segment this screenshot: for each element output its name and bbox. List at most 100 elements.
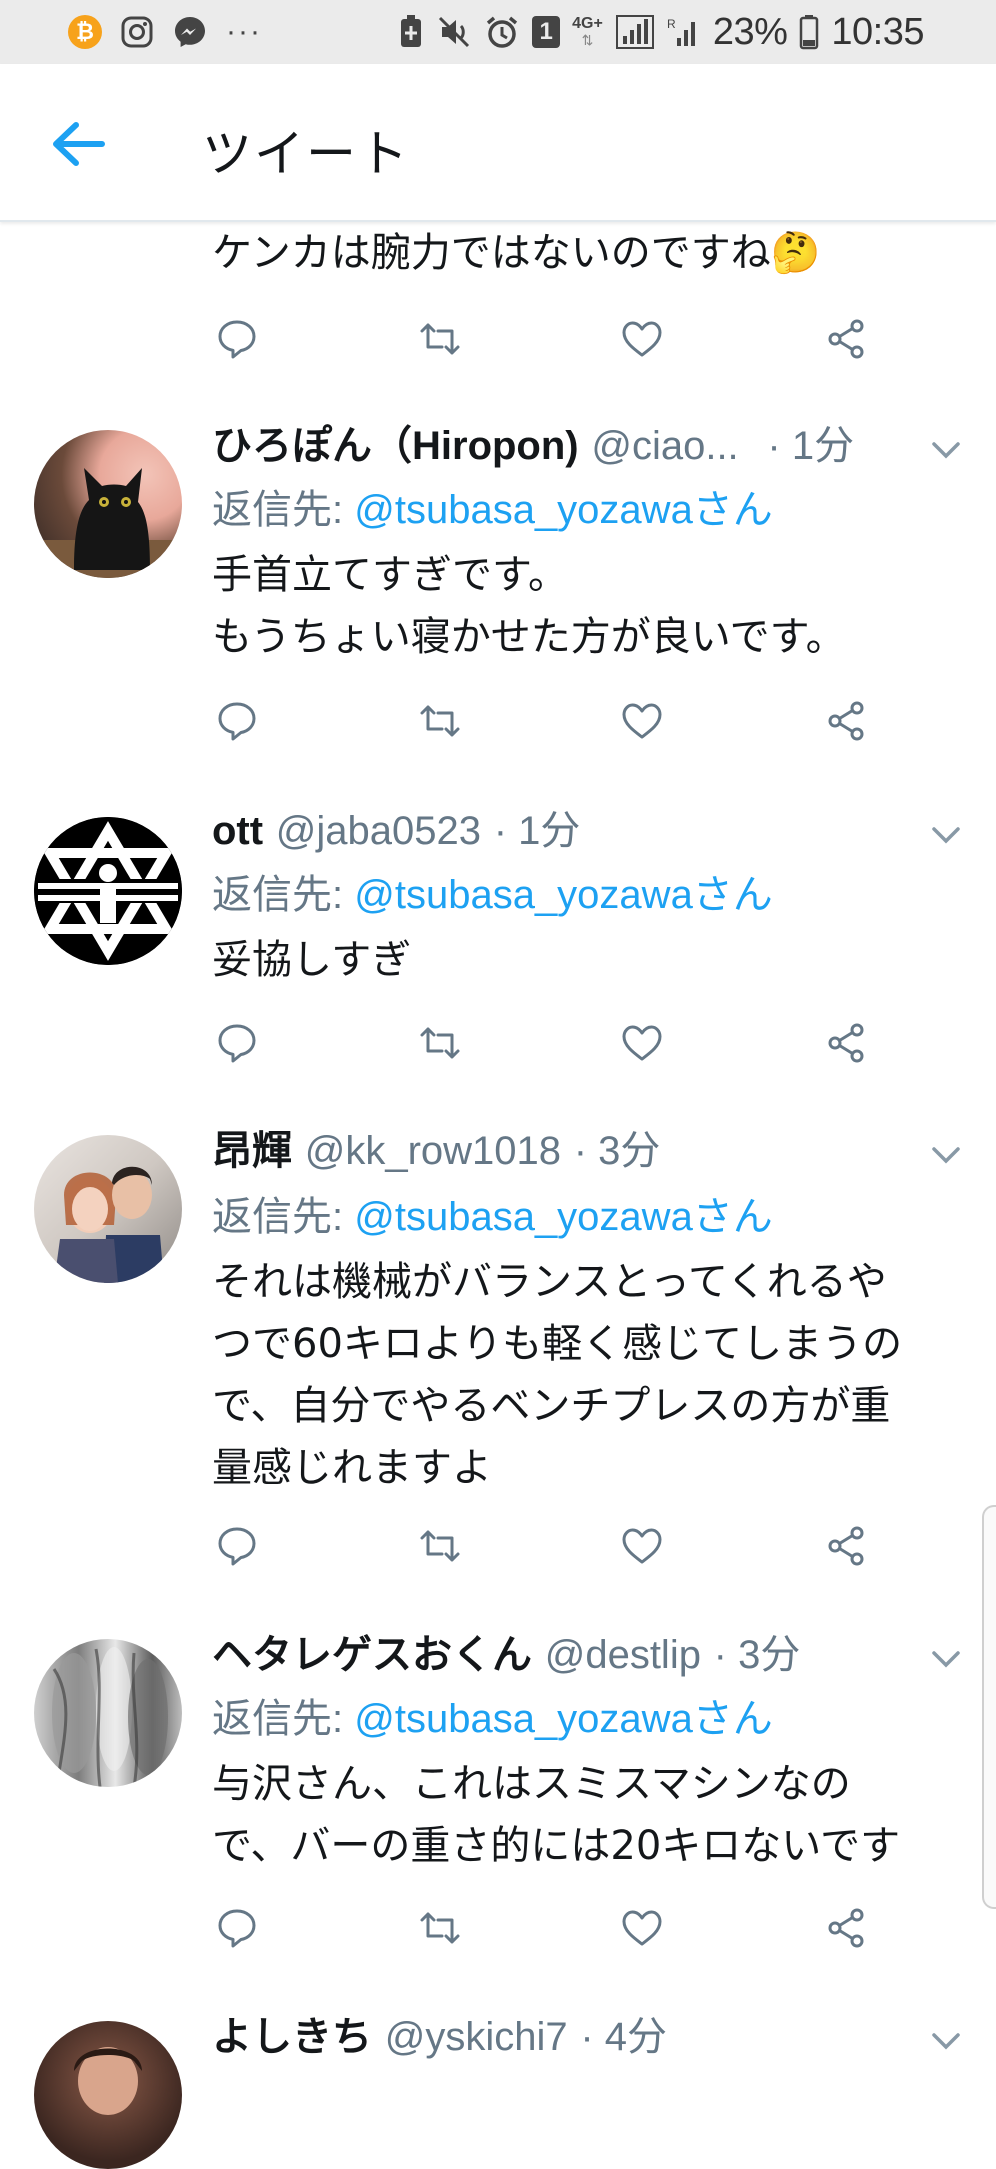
reply-handle-link[interactable]: @tsubasa_yozawaさん (354, 488, 773, 532)
user-handle[interactable]: @kk_row1018 (305, 1129, 561, 1173)
app-header: ツイート (0, 64, 996, 222)
battery-saver-icon (398, 14, 424, 50)
avatar[interactable] (34, 2021, 182, 2169)
reply-prefix: 返信先: (212, 873, 355, 917)
share-button[interactable] (821, 1521, 871, 1571)
avatar[interactable] (34, 430, 182, 578)
back-button[interactable] (50, 119, 116, 169)
tweet-header: ヘタレゲスおくん @destlip · 3分 (212, 1629, 800, 1681)
share-icon (828, 701, 864, 741)
reply-icon (218, 1024, 256, 1063)
tweet[interactable]: よしきち @yskichi7 · 4分 (0, 1983, 996, 2169)
reply-icon (218, 1527, 256, 1566)
tweet-text: それは機械がバランスとってくれるや つで60キロよりも軽く感じてしまうの で、自… (212, 1259, 903, 1491)
retweet-button[interactable] (415, 314, 465, 364)
tweet-actions (212, 696, 872, 746)
chevron-down-icon[interactable] (926, 430, 966, 470)
reply-prefix: 返信先: (212, 488, 355, 532)
muscle-photo-avatar (52, 1647, 168, 1787)
share-icon (828, 1526, 864, 1566)
share-button[interactable] (821, 696, 871, 746)
tweet[interactable]: 昂輝 @kk_row1018 · 3分 返信先: @tsubasa_yozawa… (0, 1097, 996, 1601)
tweet-partial[interactable]: ケンカは腕力ではないのですね🤔 (0, 220, 996, 394)
reply-handle-link[interactable]: @tsubasa_yozawaさん (354, 1697, 773, 1741)
timestamp: · 4分 (580, 2015, 667, 2059)
reply-button[interactable] (212, 1521, 262, 1571)
retweet-button[interactable] (415, 696, 465, 746)
timestamp: · 3分 (573, 1129, 661, 1173)
avatar[interactable] (34, 1639, 182, 1787)
notification-badge-icon: 1 (532, 16, 561, 48)
retweet-button[interactable] (415, 1521, 465, 1571)
tweet-text: ケンカは腕力ではないのですね🤔 (212, 230, 821, 276)
page-title: ツイート (202, 125, 410, 183)
battery-icon (799, 14, 819, 50)
like-button[interactable] (617, 1903, 667, 1953)
reply-icon (218, 702, 256, 741)
scrollbar-thumb[interactable] (982, 1505, 996, 1909)
tweet[interactable]: ひろぽん（Hiropon) @ciao... · 1分 返信先: @tsubas… (0, 392, 996, 777)
messenger-icon (172, 14, 208, 50)
avatar[interactable] (34, 1135, 182, 1283)
like-button[interactable] (617, 1521, 667, 1571)
share-button[interactable] (821, 1903, 871, 1953)
chevron-down-icon[interactable] (926, 2021, 966, 2061)
display-name[interactable]: ヘタレゲスおくん (212, 1633, 532, 1677)
chevron-down-icon[interactable] (926, 1135, 966, 1175)
reply-button[interactable] (212, 696, 262, 746)
tweet-text: 与沢さん、これはスミスマシンなの で、バーの重さ的には20キロないです (212, 1761, 901, 1869)
tweet-header: ひろぽん（Hiropon) @ciao... · 1分 (212, 420, 854, 472)
tweet[interactable]: ヘタレゲスおくん @destlip · 3分 返信先: @tsubasa_yoz… (0, 1599, 996, 1985)
couple-photo-avatar (54, 1166, 164, 1283)
user-handle[interactable]: @jaba0523 (276, 809, 481, 853)
status-bar: ₿ ··· 1 4G+ ⇅ R 23% 10:35 (0, 0, 996, 64)
tweet-actions (212, 1521, 872, 1571)
timestamp: · 1分 (767, 424, 855, 468)
share-icon (828, 1908, 864, 1948)
chevron-down-icon[interactable] (926, 815, 966, 855)
like-button[interactable] (617, 314, 667, 364)
retweet-icon (420, 1530, 460, 1562)
user-handle[interactable]: @destlip (545, 1633, 701, 1677)
share-icon (828, 1023, 864, 1063)
back-arrow-icon (53, 122, 105, 166)
signal-2-icon: R (667, 14, 701, 50)
display-name[interactable]: よしきち (212, 2015, 372, 2059)
reply-button[interactable] (212, 1903, 262, 1953)
reply-button[interactable] (212, 1018, 262, 1068)
alarm-icon (484, 14, 520, 50)
reply-icon (218, 320, 256, 359)
like-button[interactable] (617, 1018, 667, 1068)
reply-handle-link[interactable]: @tsubasa_yozawaさん (354, 1195, 773, 1239)
chevron-down-icon[interactable] (926, 1639, 966, 1679)
reply-context: 返信先: @tsubasa_yozawaさん (212, 484, 773, 536)
share-button[interactable] (821, 1018, 871, 1068)
like-button[interactable] (617, 696, 667, 746)
reply-button[interactable] (212, 314, 262, 364)
timestamp: · 1分 (493, 809, 581, 853)
reply-context: 返信先: @tsubasa_yozawaさん (212, 1191, 773, 1243)
photo-avatar (74, 2047, 142, 2115)
user-handle[interactable]: @yskichi7 (385, 2015, 568, 2059)
display-name[interactable]: ott (212, 809, 263, 853)
heart-icon (622, 1910, 662, 1946)
share-button[interactable] (821, 314, 871, 364)
retweet-button[interactable] (415, 1903, 465, 1953)
display-name[interactable]: ひろぽん（Hiropon) (212, 424, 579, 468)
tweet[interactable]: ott @jaba0523 · 1分 返信先: @tsubasa_yozawaさ… (0, 775, 996, 1099)
share-icon (828, 319, 864, 359)
reply-handle-link[interactable]: @tsubasa_yozawaさん (354, 873, 773, 917)
user-handle[interactable]: @ciao... (591, 424, 738, 468)
bitcoin-icon: ₿ (68, 15, 102, 49)
display-name[interactable]: 昂輝 (212, 1129, 292, 1173)
heart-icon (622, 1025, 662, 1061)
svg-text:R: R (667, 17, 676, 31)
reply-context: 返信先: @tsubasa_yozawaさん (212, 1693, 773, 1745)
heart-icon (622, 1528, 662, 1564)
tweet-header: 昂輝 @kk_row1018 · 3分 (212, 1125, 660, 1177)
reply-icon (218, 1909, 256, 1948)
tweet-actions (212, 314, 872, 364)
avatar[interactable] (34, 817, 182, 965)
tweet-header: よしきち @yskichi7 · 4分 (212, 2011, 667, 2063)
retweet-button[interactable] (415, 1018, 465, 1068)
